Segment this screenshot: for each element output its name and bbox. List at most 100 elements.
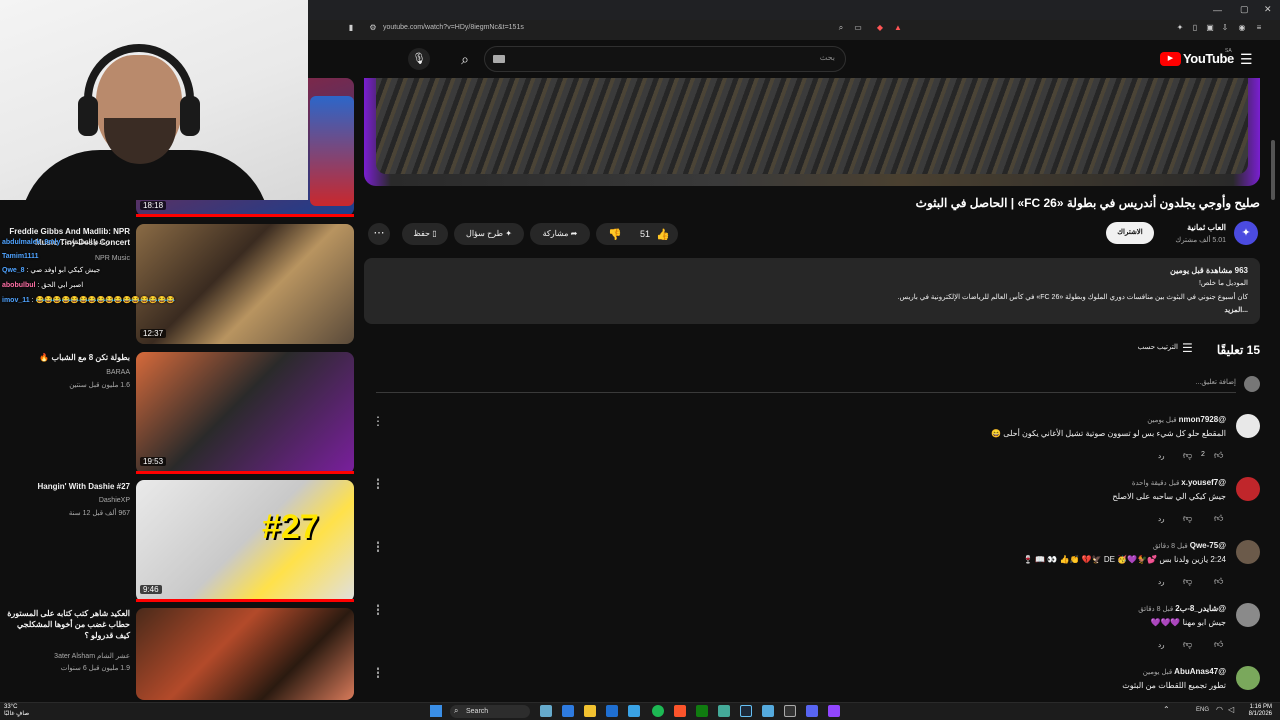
comment-like-icon[interactable]: 👍︎ [1214, 576, 1223, 587]
comment-time[interactable]: قبل دقيقة واحدة [1132, 480, 1180, 487]
comment-avatar[interactable] [1236, 414, 1260, 438]
zoom-icon[interactable]: ⌕ [836, 23, 846, 33]
discord-icon[interactable] [806, 705, 818, 717]
browser-menu-icon[interactable]: ≡ [1254, 23, 1264, 33]
spotify-icon[interactable] [652, 705, 664, 717]
suggestion-thumbnail-1[interactable] [136, 224, 354, 344]
comment-reply-button[interactable]: رد [1158, 452, 1165, 460]
comment-like-icon[interactable]: 👍︎ [1214, 450, 1223, 461]
suggestion-title[interactable]: العكيد شاهر كتب كتابه على المستورة حطاب … [4, 608, 130, 641]
guide-menu-icon[interactable]: ☰ [1240, 51, 1253, 68]
sort-icon[interactable]: ☰ [1182, 341, 1193, 355]
comment-reply-button[interactable]: رد [1158, 578, 1165, 586]
tray-chevron-icon[interactable]: ⌃ [1163, 705, 1170, 714]
weather-widget[interactable]: 33°C صافٍ غالبًا [4, 704, 29, 718]
brave-shield-icon[interactable]: ◆ [875, 23, 885, 33]
twitch-icon[interactable] [828, 705, 840, 717]
suggestion-menu-icon[interactable]: ⋮ [372, 476, 384, 490]
comment-menu-icon[interactable]: ⋮ [372, 414, 384, 428]
suggestion-thumbnail-2[interactable] [136, 352, 354, 474]
store-icon[interactable] [606, 705, 618, 717]
sidebar-icon[interactable]: ▯ [1190, 23, 1200, 33]
suggestion-title[interactable]: بطولة تكن 8 مع الشباب 🔥 [4, 352, 130, 363]
bookmark-icon[interactable]: ▮ [346, 23, 356, 33]
xbox-icon[interactable] [696, 705, 708, 717]
suggestion-channel[interactable]: عشر الشام 3ater Alsham [4, 651, 130, 662]
comment-time[interactable]: قبل 8 دقائق [1153, 543, 1188, 550]
suggestion-channel[interactable]: BARAA [4, 367, 130, 378]
comment-dislike-icon[interactable]: 👎︎ [1183, 513, 1192, 524]
suggestion-thumbnail-4[interactable] [136, 608, 354, 700]
rewards-icon[interactable]: ▲ [893, 23, 903, 33]
dislike-icon[interactable]: 👎 [608, 228, 622, 241]
video-player[interactable] [364, 78, 1260, 186]
comment-author[interactable]: @nmon7928 [1179, 415, 1226, 424]
comment-reply-button[interactable]: رد [1158, 515, 1165, 523]
like-count[interactable]: 51 [640, 229, 650, 239]
page-scrollbar[interactable] [1271, 140, 1275, 200]
comment-avatar[interactable] [1236, 540, 1260, 564]
channel-avatar[interactable]: ✦ [1234, 221, 1258, 245]
comment-time[interactable]: قبل 8 دقائق [1138, 606, 1173, 613]
comment-dislike-icon[interactable]: 👎︎ [1183, 576, 1192, 587]
close-icon[interactable]: ✕ [1264, 4, 1272, 15]
obs-icon[interactable] [784, 705, 796, 717]
taskbar-app-icon[interactable] [540, 705, 552, 717]
save-button[interactable]: حفظ ▯ [402, 223, 448, 245]
comment-avatar[interactable] [1236, 603, 1260, 627]
windows-start-icon[interactable] [430, 705, 442, 717]
subscribe-button[interactable]: الاشتراك [1106, 222, 1154, 244]
extensions-icon[interactable]: ✦ [1175, 23, 1185, 33]
suggestion-title[interactable]: Hangin' With Dashie #27 [4, 481, 130, 492]
search-icon[interactable]: ⌕ [450, 46, 480, 72]
suggestion-channel[interactable]: DashieXP [4, 495, 130, 506]
edge-icon[interactable] [562, 705, 574, 717]
comment-like-icon[interactable]: 👍︎ [1214, 513, 1223, 524]
share-button[interactable]: مشاركة ➦ [530, 223, 590, 245]
suggestion-thumbnail-3[interactable] [136, 480, 354, 602]
brave-icon[interactable] [674, 705, 686, 717]
calendar-icon[interactable] [628, 705, 640, 717]
like-icon[interactable]: 👍 [656, 228, 670, 241]
site-info-icon[interactable]: ⚙ [368, 23, 378, 33]
tab-view-icon[interactable]: ▭ [853, 23, 863, 33]
download-icon[interactable]: ⇩ [1220, 23, 1230, 33]
profile-icon[interactable]: ◉ [1237, 23, 1247, 33]
volume-icon[interactable]: ◁ [1228, 705, 1234, 714]
comment-avatar[interactable] [1236, 477, 1260, 501]
show-more-link[interactable]: ...المزيد [388, 306, 1248, 314]
taskbar-app-icon[interactable] [762, 705, 774, 717]
comment-like-icon[interactable]: 👍︎ [1214, 639, 1223, 650]
clock[interactable]: 1:16 PM 8/1/2026 [1236, 704, 1272, 718]
youtube-logo-icon[interactable]: ▶ [1160, 52, 1181, 66]
sort-button[interactable]: الترتيب حسب [1134, 343, 1178, 351]
language-indicator[interactable]: ENG [1196, 707, 1209, 713]
comment-time[interactable]: قبل يومين [1143, 669, 1172, 676]
more-actions-icon[interactable]: ⋯ [368, 223, 390, 245]
keyboard-icon[interactable] [493, 55, 505, 63]
suggestion-menu-icon[interactable]: ⋮ [372, 665, 384, 679]
file-explorer-icon[interactable] [584, 705, 596, 717]
comment-reply-button[interactable]: رد [1158, 641, 1165, 649]
suggestion-menu-icon[interactable]: ⋮ [372, 602, 384, 616]
comment-author[interactable]: @AbuAnas47 [1174, 667, 1226, 676]
wifi-icon[interactable]: ◠ [1216, 705, 1223, 714]
comment-dislike-icon[interactable]: 👎︎ [1183, 639, 1192, 650]
url-text[interactable]: youtube.com/watch?v=HDy/8iegmNc&t=151s [383, 24, 524, 31]
suggestion-menu-icon[interactable]: ⋮ [372, 539, 384, 553]
video-frame[interactable] [376, 78, 1248, 174]
add-comment-input[interactable]: إضافة تعليق... [376, 378, 1236, 393]
comment-author[interactable]: @Qwe-75 [1190, 541, 1226, 550]
maximize-icon[interactable]: ▢ [1240, 4, 1249, 15]
steam-icon[interactable] [740, 705, 752, 717]
taskbar-search[interactable]: Search [450, 705, 530, 718]
comment-time[interactable]: قبل يومين [1147, 417, 1176, 424]
ask-button[interactable]: طرح سؤال ✦ [454, 223, 524, 245]
comment-author[interactable]: @x.yousef7 [1181, 478, 1226, 487]
comment-dislike-icon[interactable]: 👎︎ [1183, 450, 1192, 461]
comment-author[interactable]: @شايدر_8-ب2 [1175, 604, 1226, 613]
taskbar-app-icon[interactable] [718, 705, 730, 717]
minimize-icon[interactable]: — [1213, 5, 1222, 15]
comment-avatar[interactable] [1236, 666, 1260, 690]
wallet-icon[interactable]: ▣ [1205, 23, 1215, 33]
